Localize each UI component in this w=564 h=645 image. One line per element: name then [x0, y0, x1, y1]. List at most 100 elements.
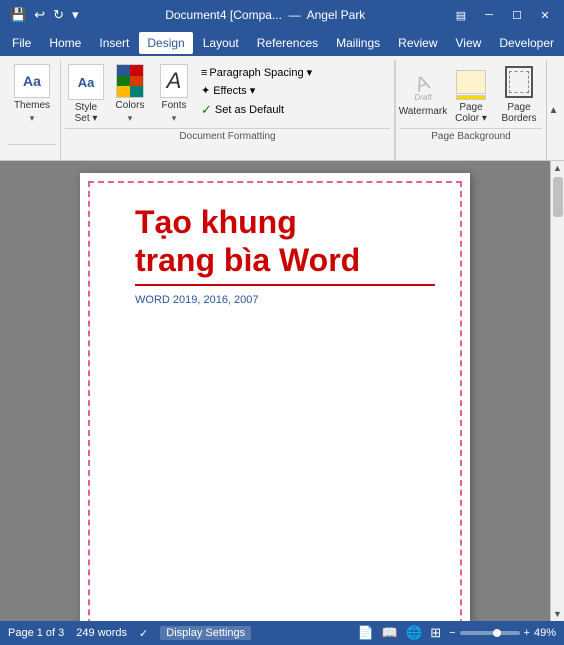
- document-title: Tạo khung trang bìa Word: [135, 203, 435, 286]
- status-left: Page 1 of 3 249 words ✓ Display Settings: [8, 626, 251, 640]
- window-controls: ▤ ─ ☐ ✕: [450, 4, 556, 26]
- style-set-icon: Aa: [78, 75, 95, 90]
- document-subtitle: WORD 2019, 2016, 2007: [135, 294, 435, 306]
- colors-button[interactable]: Colors ▾: [109, 62, 151, 126]
- page-borders-icon: [501, 64, 537, 100]
- minimize-button[interactable]: ─: [478, 4, 500, 26]
- set-default-button[interactable]: ✓ Set as Default: [197, 100, 316, 120]
- menu-layout[interactable]: Layout: [195, 32, 247, 54]
- effects-button[interactable]: ✦ Effects ▾: [197, 82, 316, 99]
- page-color-icon: [453, 64, 489, 100]
- menu-developer[interactable]: Developer: [491, 32, 562, 54]
- title-line-1: Tạo khung: [135, 204, 297, 240]
- style-set-button[interactable]: Aa StyleSet ▾: [65, 62, 107, 126]
- web-view-icon[interactable]: 🌐: [406, 625, 422, 641]
- doc-formatting-group: Aa StyleSet ▾ Colors ▾: [61, 60, 395, 160]
- page-borders-label: Page Borders: [498, 102, 540, 124]
- page-color-button[interactable]: Page Color ▾: [448, 62, 494, 126]
- page-info: Page 1 of 3: [8, 627, 64, 639]
- undo-icon[interactable]: ↩: [32, 6, 47, 24]
- save-icon[interactable]: 💾: [8, 6, 28, 24]
- doc-name: Document4 [Compa...: [165, 8, 282, 22]
- status-right: 📄 📖 🌐 ⊞ − + 49%: [358, 625, 556, 641]
- themes-icon: [14, 64, 50, 98]
- zoom-control: − + 49%: [449, 627, 556, 639]
- ribbon-scroll-up[interactable]: ▲: [546, 60, 560, 160]
- maximize-button[interactable]: ☐: [506, 4, 528, 26]
- themes-button[interactable]: Themes ▾: [8, 62, 56, 126]
- menu-bar: File Home Insert Design Layout Reference…: [0, 30, 564, 56]
- customize-qat-icon[interactable]: ▾: [70, 6, 81, 24]
- menu-file[interactable]: File: [4, 32, 39, 54]
- ribbon-display-icon[interactable]: ▤: [450, 4, 472, 26]
- read-view-icon[interactable]: 📖: [382, 625, 398, 641]
- paragraph-spacing-button[interactable]: ≡ Paragraph Spacing ▾: [197, 64, 316, 81]
- page-color-label: Page Color ▾: [450, 102, 492, 124]
- focus-view-icon[interactable]: ⊞: [430, 625, 441, 641]
- effects-label: Effects ▾: [213, 84, 255, 97]
- zoom-level: 49%: [534, 627, 556, 639]
- scroll-down-arrow[interactable]: ▼: [551, 607, 564, 621]
- ribbon-content: Themes ▾ Aa StyleSet ▾: [0, 56, 564, 160]
- colors-arrow: ▾: [128, 113, 133, 124]
- zoom-out-button[interactable]: −: [449, 627, 455, 639]
- scroll-thumb[interactable]: [553, 177, 563, 217]
- watermark-icon: A Draft: [405, 64, 441, 104]
- fonts-label: Fonts: [161, 100, 186, 111]
- status-bar: Page 1 of 3 249 words ✓ Display Settings…: [0, 621, 564, 645]
- doc-formatting-label: Document Formatting: [65, 128, 390, 144]
- watermark-button[interactable]: A Draft Watermark: [400, 62, 446, 126]
- colors-label: Colors: [116, 100, 145, 111]
- document-view-icon[interactable]: 📄: [358, 625, 374, 641]
- para-spacing-label: Paragraph Spacing ▾: [209, 66, 312, 79]
- title-bar: 💾 ↩ ↻ ▾ Document4 [Compa... — Angel Park…: [0, 0, 564, 30]
- scroll-track[interactable]: [551, 175, 564, 607]
- menu-design[interactable]: Design: [139, 32, 192, 54]
- menu-references[interactable]: References: [249, 32, 326, 54]
- themes-label: Themes: [14, 100, 50, 111]
- zoom-slider[interactable]: [460, 631, 520, 635]
- watermark-label: Watermark: [399, 106, 448, 117]
- document-page: Tạo khung trang bìa Word WORD 2019, 2016…: [80, 173, 470, 621]
- page-borders-button[interactable]: Page Borders: [496, 62, 542, 126]
- zoom-in-button[interactable]: +: [524, 627, 530, 639]
- document-area: Tạo khung trang bìa Word WORD 2019, 2016…: [0, 161, 564, 621]
- zoom-thumb[interactable]: [493, 629, 501, 637]
- menu-view[interactable]: View: [448, 32, 490, 54]
- quick-access-toolbar: 💾 ↩ ↻ ▾: [8, 6, 81, 24]
- fonts-arrow: ▾: [172, 113, 177, 124]
- page-background-group: A Draft Watermark Page Color ▾: [395, 60, 546, 160]
- redo-icon[interactable]: ↻: [51, 6, 66, 24]
- word-count: 249 words: [76, 627, 127, 639]
- effects-icon: ✦: [201, 84, 210, 97]
- close-button[interactable]: ✕: [534, 4, 556, 26]
- ribbon: Themes ▾ Aa StyleSet ▾: [0, 56, 564, 161]
- page-content: Tạo khung trang bìa Word WORD 2019, 2016…: [80, 173, 470, 338]
- menu-home[interactable]: Home: [41, 32, 89, 54]
- scroll-up-arrow[interactable]: ▲: [551, 161, 564, 175]
- title-line-2: trang bìa Word: [135, 242, 360, 278]
- themes-arrow: ▾: [30, 113, 35, 124]
- menu-mailings[interactable]: Mailings: [328, 32, 388, 54]
- set-default-label: Set as Default: [215, 104, 284, 116]
- themes-group-spacer: [8, 144, 56, 160]
- menu-review[interactable]: Review: [390, 32, 445, 54]
- menu-insert[interactable]: Insert: [91, 32, 137, 54]
- fonts-button[interactable]: A Fonts ▾: [153, 62, 195, 126]
- user-name-title: Angel Park: [307, 8, 366, 22]
- style-set-label: StyleSet ▾: [75, 102, 98, 124]
- doc-formatting-top: Aa StyleSet ▾ Colors ▾: [65, 60, 390, 126]
- document-scroll-area: Tạo khung trang bìa Word WORD 2019, 2016…: [0, 161, 550, 621]
- page-bg-label: Page Background: [400, 128, 542, 144]
- window-title: Document4 [Compa... — Angel Park: [81, 8, 450, 22]
- colors-icon: [116, 64, 144, 98]
- para-spacing-icon: ≡: [201, 67, 207, 79]
- doc-formatting-right: ≡ Paragraph Spacing ▾ ✦ Effects ▾ ✓ Set …: [197, 62, 316, 120]
- spell-check-icon: ✓: [139, 627, 148, 640]
- vertical-scrollbar: ▲ ▼: [550, 161, 564, 621]
- ribbon-group-themes: Themes ▾: [4, 60, 61, 160]
- fonts-icon: A: [160, 64, 188, 98]
- display-settings-button[interactable]: Display Settings: [160, 626, 251, 640]
- page-bg-items: A Draft Watermark Page Color ▾: [400, 60, 542, 126]
- checkmark-icon: ✓: [201, 102, 212, 118]
